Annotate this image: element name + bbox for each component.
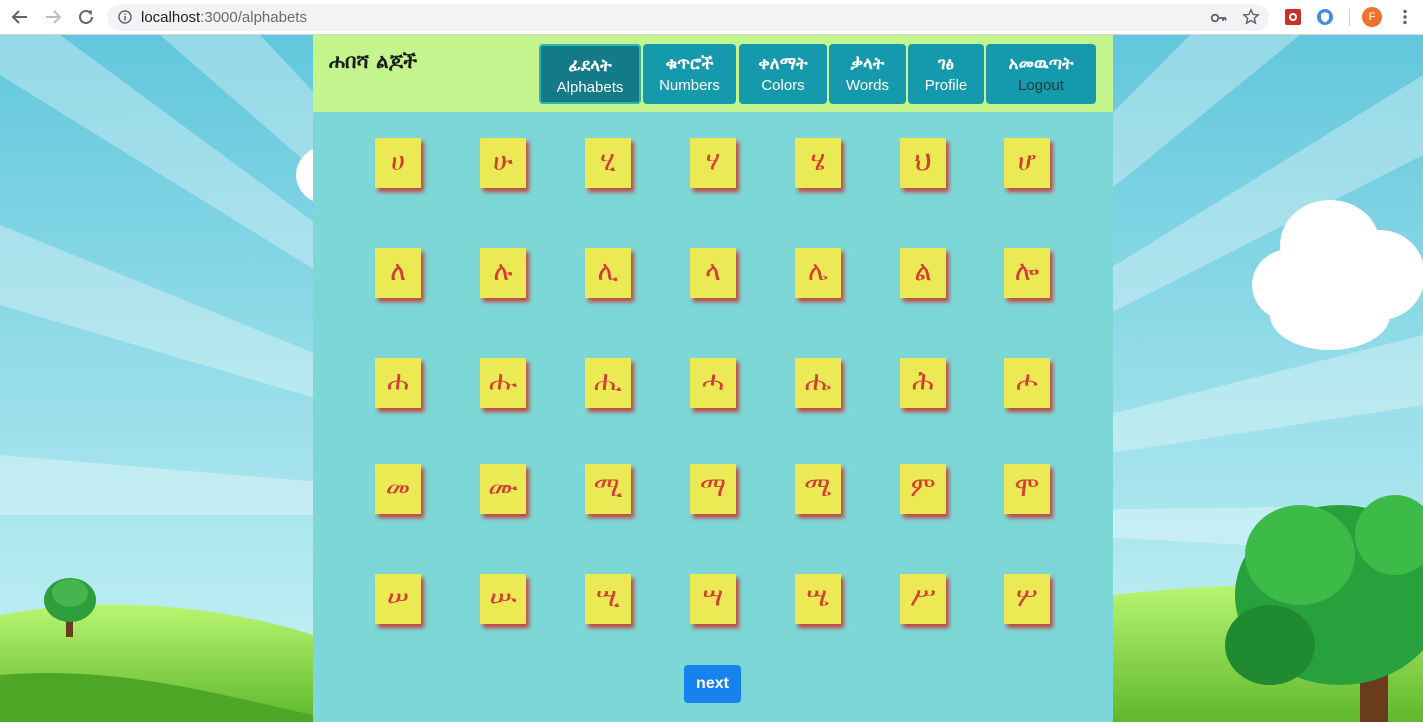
nav-tab-english-label: Logout [1018, 77, 1064, 94]
letter-card[interactable]: ም [900, 464, 946, 514]
letter-card[interactable]: ሔ [795, 358, 841, 408]
letter-card[interactable]: ሓ [690, 358, 736, 408]
letter-card[interactable]: ሃ [690, 138, 736, 188]
nav-tab-amharic-label: ገፅ [938, 54, 954, 74]
nav-tab-amharic-label: ቁጥሮች [665, 54, 714, 74]
letter-card[interactable]: ሌ [795, 248, 841, 298]
letter-card[interactable]: ማ [690, 464, 736, 514]
letter-card[interactable]: ሡ [480, 574, 526, 624]
letter-card[interactable]: ሤ [795, 574, 841, 624]
nav-tab-profile[interactable]: ገፅ Profile [908, 44, 984, 104]
top-navbar: ሐበሻ ልጆች ፊደላት Alphabets ቁጥሮች Numbers ቀለማት… [313, 35, 1113, 112]
nav-tab-logout[interactable]: አመዉጣት Logout [986, 44, 1096, 104]
app-container: ሐበሻ ልጆች ፊደላት Alphabets ቁጥሮች Numbers ቀለማት… [313, 35, 1113, 722]
profile-avatar[interactable]: F [1362, 7, 1382, 27]
letter-card[interactable]: ሖ [1004, 358, 1050, 408]
letter-card[interactable]: ሉ [480, 248, 526, 298]
letter-card[interactable]: ሊ [585, 248, 631, 298]
letter-card[interactable]: ሒ [585, 358, 631, 408]
forward-arrow-icon[interactable] [42, 6, 64, 28]
nav-tab-english-label: Alphabets [556, 79, 624, 96]
letter-card[interactable]: ሚ [585, 464, 631, 514]
letter-card[interactable]: ሞ [1004, 464, 1050, 514]
letter-card[interactable]: ሁ [480, 138, 526, 188]
letter-card[interactable]: ሀ [375, 138, 421, 188]
letter-card[interactable]: ሂ [585, 138, 631, 188]
letter-card[interactable]: ሥ [900, 574, 946, 624]
nav-tab-words[interactable]: ቃላት Words [829, 44, 906, 104]
letter-card[interactable]: ሎ [1004, 248, 1050, 298]
nav-tab-english-label: Colors [761, 77, 805, 94]
info-icon[interactable] [118, 10, 132, 24]
back-arrow-icon[interactable] [9, 6, 31, 28]
letter-card[interactable]: ሄ [795, 138, 841, 188]
letter-card[interactable]: ህ [900, 138, 946, 188]
url-path: :3000/alphabets [200, 9, 307, 26]
key-icon[interactable] [1210, 9, 1228, 27]
nav-tab-english-label: Numbers [659, 77, 720, 94]
nav-tab-colors[interactable]: ቀለማት Colors [739, 44, 827, 104]
letter-card[interactable]: ሠ [375, 574, 421, 624]
letter-card[interactable]: ሜ [795, 464, 841, 514]
letter-card[interactable]: ላ [690, 248, 736, 298]
letter-card[interactable]: ሢ [585, 574, 631, 624]
nav-tab-amharic-label: አመዉጣት [1008, 54, 1074, 74]
url-text[interactable]: localhost:3000/alphabets [141, 9, 307, 26]
nav-tab-amharic-label: ፊደላት [568, 56, 612, 76]
letter-card[interactable]: ሕ [900, 358, 946, 408]
star-bookmark-icon[interactable] [1242, 8, 1260, 26]
nav-tab-amharic-label: ቀለማት [758, 54, 808, 74]
letter-card[interactable]: ሐ [375, 358, 421, 408]
letter-card[interactable]: መ [375, 464, 421, 514]
letter-card[interactable]: ሦ [1004, 574, 1050, 624]
reload-icon[interactable] [75, 6, 97, 28]
letter-card[interactable]: ሣ [690, 574, 736, 624]
nav-tab-alphabets[interactable]: ፊደላት Alphabets [539, 44, 641, 104]
letter-card[interactable]: ለ [375, 248, 421, 298]
address-bar[interactable]: localhost:3000/alphabets [107, 4, 1269, 31]
nav-tab-amharic-label: ቃላት [850, 54, 885, 74]
url-host: localhost [141, 9, 201, 26]
browser-toolbar: localhost:3000/alphabets F [0, 0, 1423, 35]
nav-tab-numbers[interactable]: ቁጥሮች Numbers [643, 44, 736, 104]
letter-card[interactable]: ሑ [480, 358, 526, 408]
letter-card[interactable]: ሙ [480, 464, 526, 514]
nav-tab-english-label: Profile [924, 77, 968, 94]
letter-card[interactable]: ል [900, 248, 946, 298]
next-button[interactable]: next [684, 665, 741, 703]
extension-icon[interactable] [1284, 8, 1302, 26]
toolbar-divider [1349, 9, 1350, 26]
extension-shield-icon[interactable] [1316, 8, 1334, 26]
nav-tab-english-label: Words [845, 77, 890, 94]
kebab-menu-icon[interactable] [1396, 8, 1414, 26]
letter-card[interactable]: ሆ [1004, 138, 1050, 188]
brand-title[interactable]: ሐበሻ ልጆች [329, 49, 417, 73]
